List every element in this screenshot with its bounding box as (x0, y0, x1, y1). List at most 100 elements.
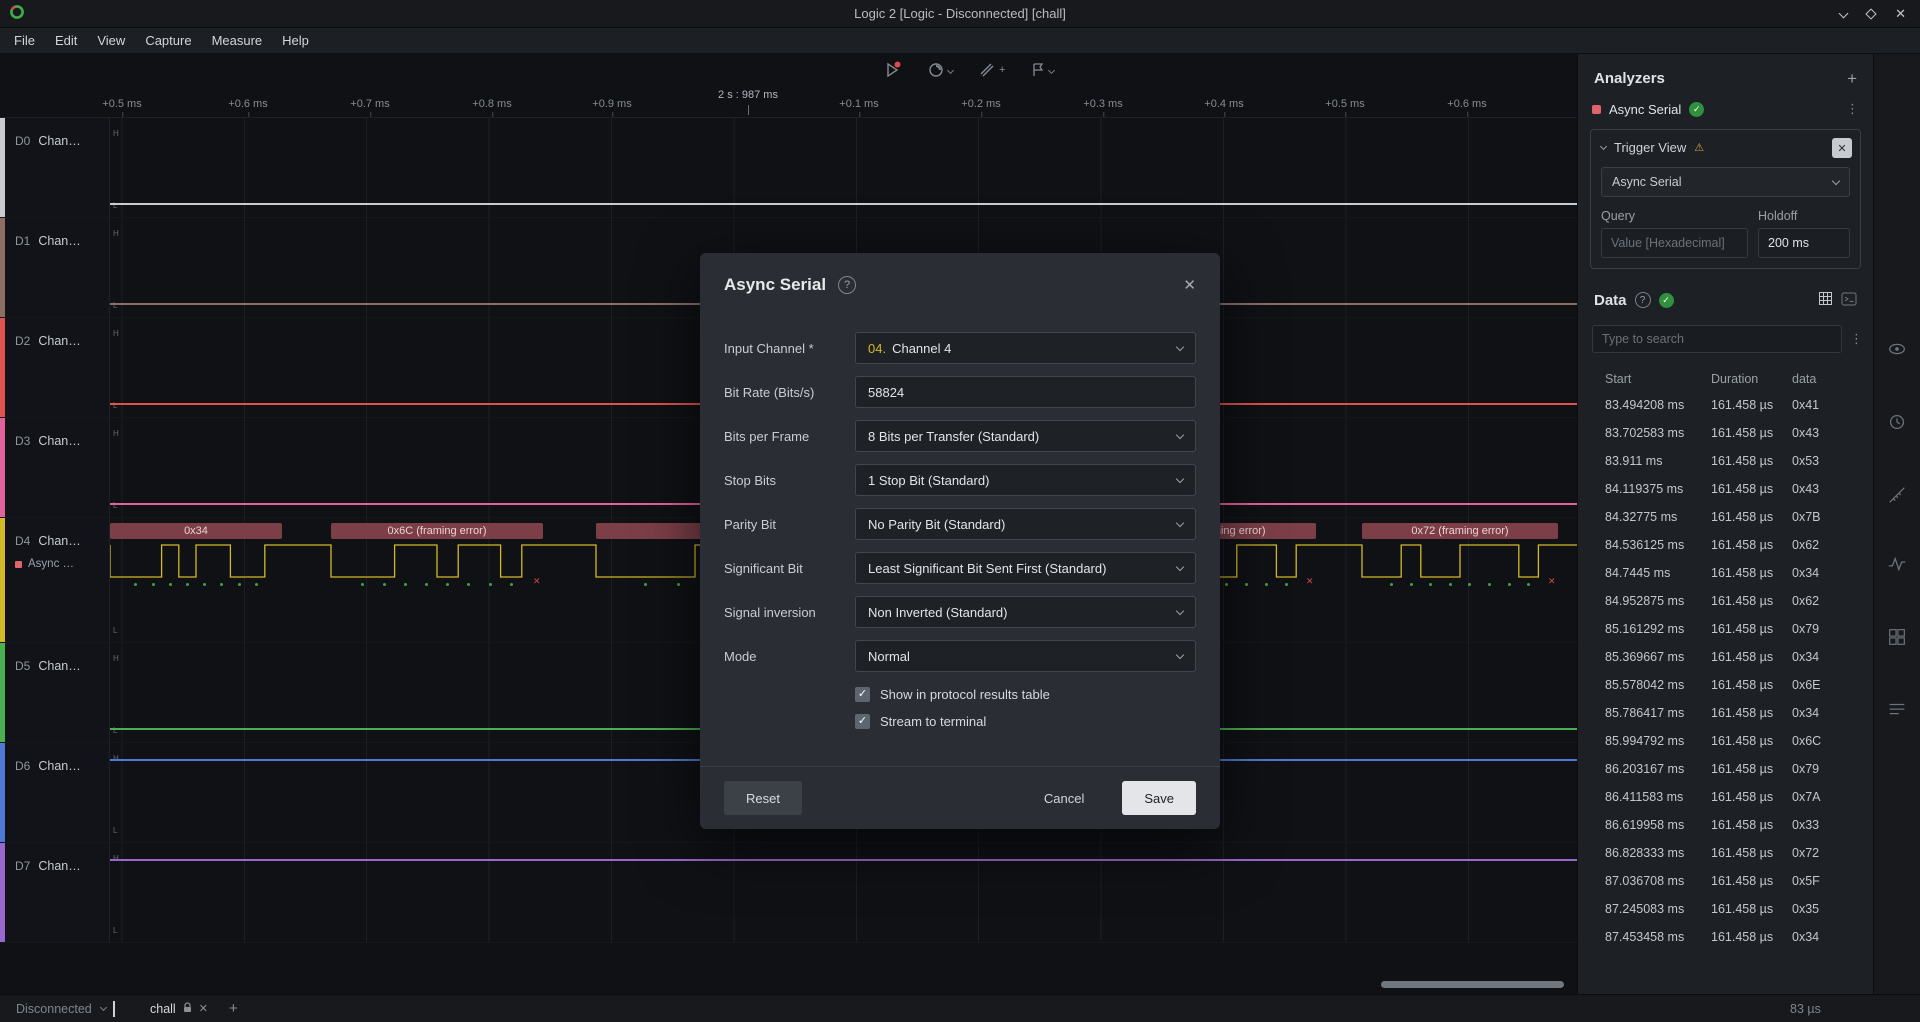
tab-close-icon[interactable]: ✕ (199, 1002, 208, 1015)
add-marker-button[interactable] (1031, 62, 1056, 78)
chevron-down-icon (99, 1003, 107, 1012)
table-row[interactable]: 84.952875 ms 161.458 µs 0x62 (1578, 587, 1873, 615)
analyzer-menu-icon[interactable]: ⋮ (1846, 101, 1859, 117)
table-row[interactable]: 85.578042 ms 161.458 µs 0x6E (1578, 671, 1873, 699)
new-tab-button[interactable]: + (229, 1000, 238, 1017)
timeline-tick: +0.3 ms (1083, 98, 1123, 117)
add-measurement-button[interactable]: + (979, 62, 1005, 78)
table-row[interactable]: 86.619958 ms 161.458 µs 0x33 (1578, 811, 1873, 839)
parity-bit-select[interactable]: No Parity Bit (Standard) (855, 508, 1196, 540)
table-row[interactable]: 85.994792 ms 161.458 µs 0x6C (1578, 727, 1873, 755)
stop-bits-select[interactable]: 1 Stop Bit (Standard) (855, 464, 1196, 496)
menu-view[interactable]: View (87, 30, 135, 51)
mode-select[interactable]: Normal (855, 640, 1196, 672)
table-row[interactable]: 85.161292 ms 161.458 µs 0x79 (1578, 615, 1873, 643)
start-capture-button[interactable] (882, 60, 902, 80)
menu-edit[interactable]: Edit (45, 30, 87, 51)
table-row[interactable]: 86.411583 ms 161.458 µs 0x7A (1578, 783, 1873, 811)
column-header-data[interactable]: data (1792, 372, 1873, 386)
warning-icon: ⚠ (1694, 142, 1705, 154)
dialog-close-icon[interactable]: ✕ (1183, 278, 1196, 293)
bit-rate-bits-s-input[interactable] (855, 376, 1196, 408)
show-in-protocol-results-table-checkbox[interactable]: ✓ Show in protocol results table (855, 681, 1050, 708)
reset-button[interactable]: Reset (724, 781, 802, 815)
table-cell: 0x34 (1792, 930, 1820, 944)
channel-row-d7: D7 Chan… HL (0, 843, 1577, 943)
table-row[interactable]: 85.786417 ms 161.458 µs 0x34 (1578, 699, 1873, 727)
help-icon[interactable]: ? (1634, 292, 1651, 308)
channel-label[interactable]: D0 Chan… (5, 118, 110, 217)
notes-icon[interactable] (1885, 698, 1909, 722)
channel-label[interactable]: D5 Chan… (5, 643, 110, 742)
channel-waveform-d0[interactable]: HL (110, 118, 1577, 217)
window-minimize-icon[interactable] (1838, 8, 1849, 19)
cancel-button[interactable]: Cancel (1022, 781, 1106, 815)
chevron-down-icon (1175, 342, 1185, 351)
horizontal-scrollbar[interactable] (1381, 981, 1564, 988)
extensions-icon[interactable] (1885, 625, 1909, 649)
search-input[interactable] (1592, 325, 1842, 353)
tab-chall[interactable]: chall ✕ (150, 1002, 208, 1016)
channel-label[interactable]: D1 Chan… (5, 218, 110, 317)
channel-analyzer-label[interactable]: Async … (15, 558, 74, 570)
collapse-icon[interactable] (1599, 142, 1608, 150)
menu-measure[interactable]: Measure (202, 30, 273, 51)
table-row[interactable]: 83.911 ms 161.458 µs 0x53 (1578, 447, 1873, 475)
trigger-view-close-button[interactable]: ✕ (1832, 138, 1852, 158)
table-row[interactable]: 86.203167 ms 161.458 µs 0x79 (1578, 755, 1873, 783)
channel-label[interactable]: D2 Chan… (5, 318, 110, 417)
bits-per-frame-select[interactable]: 8 Bits per Transfer (Standard) (855, 420, 1196, 452)
table-row[interactable]: 84.32775 ms 161.458 µs 0x7B (1578, 503, 1873, 531)
stream-to-terminal-checkbox[interactable]: ✓ Stream to terminal (855, 708, 1050, 735)
table-cell: 84.952875 ms (1605, 594, 1685, 608)
terminal-view-icon[interactable] (1841, 292, 1857, 309)
capture-mode-button[interactable] (928, 62, 955, 78)
table-row[interactable]: 83.494208 ms 161.458 µs 0x41 (1578, 391, 1873, 419)
column-header-start[interactable]: Start (1605, 372, 1711, 386)
measurements-icon[interactable] (1885, 483, 1909, 507)
channel-label[interactable]: D7 Chan… (5, 843, 110, 942)
timeline-ruler[interactable]: +0.5 ms +0.6 ms +0.7 ms +0.8 ms +0.9 ms … (0, 88, 1577, 118)
help-icon[interactable]: ? (838, 276, 857, 294)
timeline-center-marker[interactable]: 2 s : 987 ms (718, 89, 778, 115)
app-logo-icon (9, 4, 25, 23)
signal-inversion-select[interactable]: Non Inverted (Standard) (855, 596, 1196, 628)
significant-bit-select[interactable]: Least Significant Bit Sent First (Standa… (855, 552, 1196, 584)
save-button[interactable]: Save (1122, 781, 1196, 815)
menu-capture[interactable]: Capture (135, 30, 201, 51)
table-row[interactable]: 84.119375 ms 161.458 µs 0x43 (1578, 475, 1873, 503)
channel-waveform-d7[interactable]: HL (110, 843, 1577, 942)
table-row[interactable]: 84.7445 ms 161.458 µs 0x34 (1578, 559, 1873, 587)
table-row[interactable]: 87.036708 ms 161.458 µs 0x5F (1578, 867, 1873, 895)
trigger-analyzer-select[interactable]: Async Serial (1601, 167, 1850, 197)
table-row[interactable]: 87.245083 ms 161.458 µs 0x35 (1578, 895, 1873, 923)
trigger-query-input[interactable] (1601, 228, 1748, 258)
channel-label[interactable]: D6 Chan… (5, 743, 110, 842)
decode-badge[interactable]: 0x34 (110, 523, 282, 539)
device-status[interactable]: Disconnected (0, 1002, 107, 1016)
menu-file[interactable]: File (4, 30, 45, 51)
table-row[interactable]: 84.536125 ms 161.458 µs 0x62 (1578, 531, 1873, 559)
table-row[interactable]: 85.369667 ms 161.458 µs 0x34 (1578, 643, 1873, 671)
data-options-icon[interactable]: ⋮ (1850, 331, 1863, 347)
channel-label[interactable]: D3 Chan… (5, 418, 110, 517)
analyzer-activity-icon[interactable] (1885, 552, 1909, 576)
table-row[interactable]: 83.702583 ms 161.458 µs 0x43 (1578, 419, 1873, 447)
timer-icon[interactable] (1885, 410, 1909, 434)
window-maximize-icon[interactable] (1865, 7, 1877, 20)
add-analyzer-button[interactable]: + (1847, 70, 1857, 87)
table-view-icon[interactable] (1818, 291, 1833, 309)
column-header-duration[interactable]: Duration (1711, 372, 1792, 386)
decode-badge[interactable]: 0x6C (framing error) (331, 523, 543, 539)
holdoff-input[interactable] (1758, 228, 1850, 258)
table-row[interactable]: 87.453458 ms 161.458 µs 0x34 (1578, 923, 1873, 951)
analyzer-item[interactable]: Async Serial ✓ ⋮ (1578, 93, 1873, 125)
channel-label[interactable]: D4 Chan… Async … (5, 518, 110, 642)
capture-info-icon[interactable] (1885, 337, 1909, 361)
window-close-icon[interactable]: ✕ (1895, 7, 1906, 20)
table-row[interactable]: 86.828333 ms 161.458 µs 0x72 (1578, 839, 1873, 867)
menu-help[interactable]: Help (272, 30, 319, 51)
decode-badge[interactable]: 0x72 (framing error) (1362, 523, 1558, 539)
input-channel-select[interactable]: 04. Channel 4 (855, 332, 1196, 364)
tab-indicator (113, 1001, 115, 1017)
